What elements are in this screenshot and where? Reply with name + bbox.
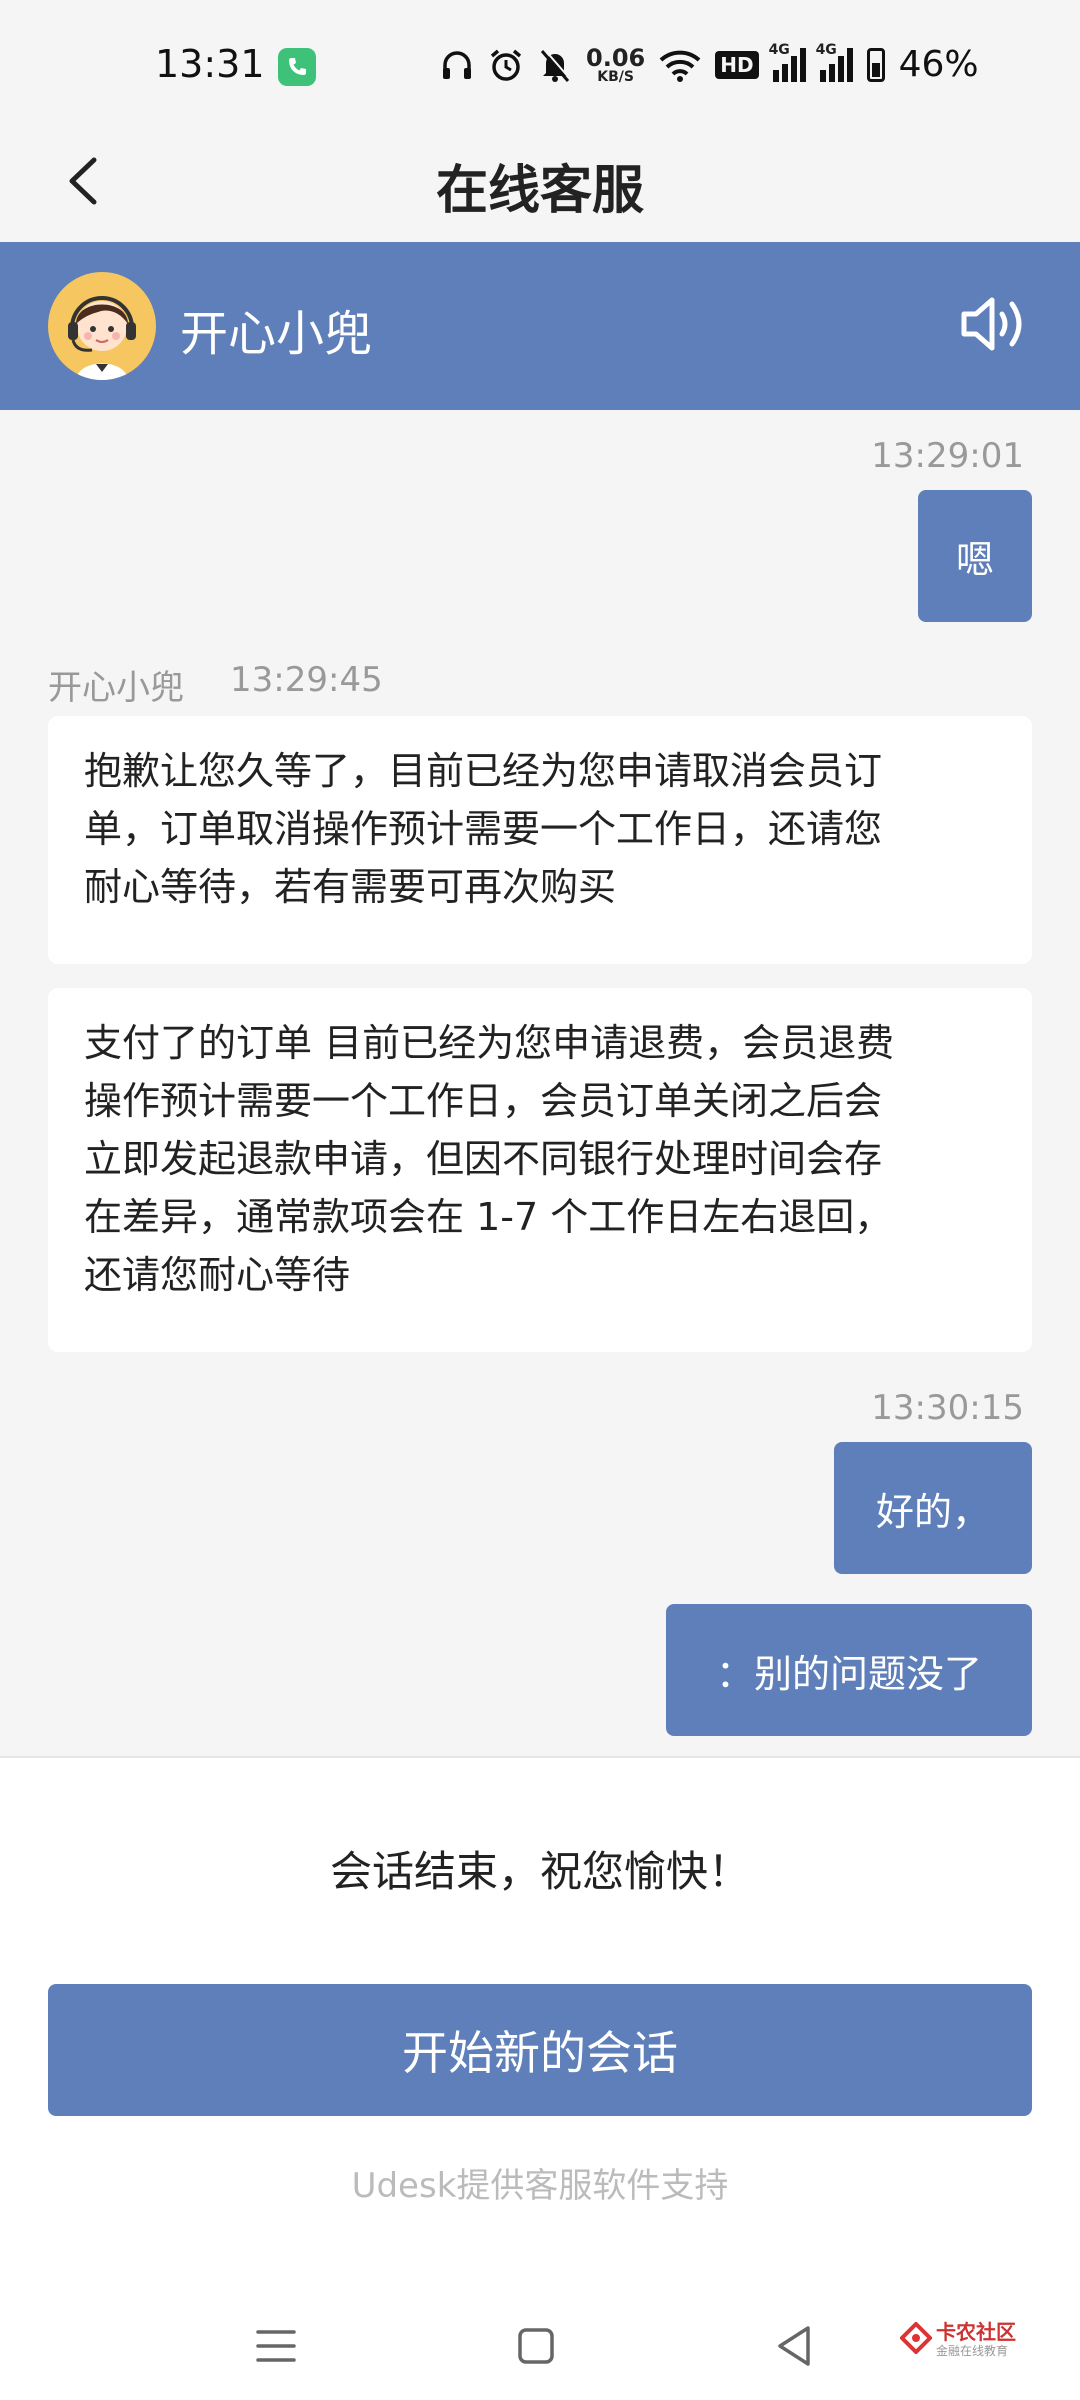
system-navigation-bar: 卡农社区 金融在线教育 [0, 2296, 1080, 2400]
chat-messages[interactable]: 13:29:01 嗯 开心小兜 13:29:45 抱歉让您久等了，目前已经为您申… [0, 410, 1080, 1756]
wifi-icon [659, 50, 701, 82]
watermark-logo-icon [900, 2322, 932, 2354]
outgoing-message: 嗯 [918, 490, 1032, 622]
mute-bell-icon [540, 48, 572, 82]
powered-by-text: Udesk提供客服软件支持 [351, 2166, 729, 2206]
message-line: 单，订单取消操作预计需要一个工作日，还请您 [84, 807, 883, 851]
status-bar: 13:31 0.06 KB/S HD 4G 4G 46% [0, 0, 1080, 120]
signal-1-icon: 4G [769, 42, 806, 82]
status-icons: 0.06 KB/S HD 4G 4G 46% [440, 42, 979, 85]
menu-button[interactable] [246, 2316, 306, 2376]
message-line: 还请您耐心等待 [84, 1253, 351, 1297]
message-line: 支付了的订单 目前已经为您申请退费，会员退费 [84, 1021, 895, 1065]
message-text: ：别的问题没了 [715, 1651, 982, 1696]
signal-1-label: 4G [768, 41, 790, 58]
headphones-icon [443, 50, 471, 79]
message-line: 抱歉让您久等了，目前已经为您申请取消会员订 [84, 749, 883, 793]
start-new-chat-button[interactable]: 开始新的会话 [48, 1984, 1032, 2116]
phone-call-icon [278, 48, 316, 86]
session-footer: 会话结束，祝您愉快！ 开始新的会话 Udesk提供客服软件支持 [0, 1756, 1080, 2298]
outgoing-message: 好的， [834, 1442, 1032, 1574]
incoming-sender: 开心小兜 [48, 668, 184, 708]
message-line: 耐心等待，若有需要可再次购买 [84, 865, 617, 909]
speaker-icon [961, 297, 1022, 351]
status-time: 13:31 [155, 42, 265, 86]
session-ended-text: 会话结束，祝您愉快！ [329, 1847, 750, 1896]
page-title: 在线客服 [435, 161, 644, 221]
incoming-message: 支付了的订单 目前已经为您申请退费，会员退费 操作预计需要一个工作日，会员订单关… [48, 988, 1032, 1352]
alarm-icon [490, 49, 522, 81]
system-back-button[interactable] [764, 2316, 824, 2376]
battery-icon [866, 47, 885, 82]
message-timestamp: 13:30:15 [871, 1388, 1024, 1428]
signal-2-icon: 4G [816, 42, 853, 82]
message-line: 立即发起退款申请，但因不同银行处理时间会存 [84, 1137, 883, 1181]
hd-voice-icon: HD [715, 50, 759, 79]
message-timestamp: 13:29:01 [871, 436, 1024, 476]
watermark-title: 卡农社区 [936, 2320, 1016, 2344]
agent-name: 开心小兜 [180, 306, 373, 362]
start-new-chat-label: 开始新的会话 [402, 2026, 678, 2080]
sound-toggle-button[interactable] [958, 292, 1032, 356]
home-square-icon [518, 2328, 554, 2364]
agent-avatar [48, 272, 156, 380]
message-timestamp: 13:29:45 [230, 660, 383, 700]
network-speed-value: 0.06 [586, 43, 646, 72]
menu-icon [256, 2330, 296, 2362]
back-triangle-icon [778, 2326, 810, 2366]
message-line: 操作预计需要一个工作日，会员订单关闭之后会 [84, 1079, 883, 1123]
watermark: 卡农社区 金融在线教育 [900, 2312, 1020, 2372]
outgoing-message: ：别的问题没了 [666, 1604, 1032, 1736]
battery-percent: 46% [898, 44, 979, 85]
top-navigation: 在线客服 [0, 120, 1080, 242]
agent-header: 开心小兜 [0, 242, 1080, 410]
message-text: 嗯 [955, 537, 994, 582]
home-button[interactable] [506, 2316, 566, 2376]
incoming-message: 抱歉让您久等了，目前已经为您申请取消会员订 单，订单取消操作预计需要一个工作日，… [48, 716, 1032, 964]
message-line: 在差异，通常款项会在 1-7 个工作日左右退回， [84, 1195, 893, 1239]
watermark-subtitle: 金融在线教育 [936, 2344, 1009, 2358]
message-text: 好的， [875, 1489, 990, 1534]
signal-2-label: 4G [815, 41, 837, 58]
network-speed-unit: KB/S [597, 68, 634, 85]
network-speed: 0.06 KB/S [586, 46, 645, 84]
